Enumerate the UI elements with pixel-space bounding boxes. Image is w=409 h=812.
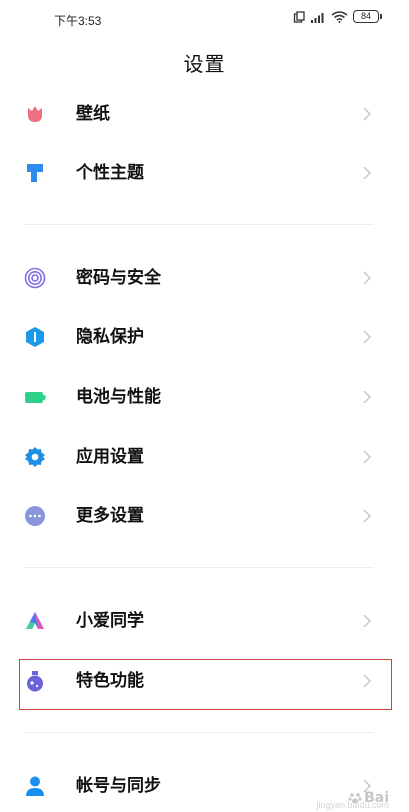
wifi-icon (331, 10, 348, 23)
settings-item-privacy[interactable]: 隐私保护 (0, 311, 409, 363)
settings-item-label: 隐私保护 (76, 327, 144, 346)
settings-item-battery-performance[interactable]: 电池与性能 (0, 371, 409, 423)
chevron-right-icon (363, 107, 371, 121)
gear-icon (25, 447, 45, 467)
chevron-right-icon (363, 450, 371, 464)
settings-item-label: 电池与性能 (76, 387, 161, 406)
status-icons: 84 (293, 10, 382, 23)
chevron-right-icon (363, 330, 371, 344)
baidu-watermark: Bai jingyan.baidu.com (316, 790, 389, 810)
settings-item-label: 帐号与同步 (76, 776, 161, 795)
highlight-box (19, 659, 392, 710)
settings-item-label: 壁纸 (76, 104, 110, 123)
settings-item-label: 更多设置 (76, 506, 144, 525)
settings-item-label: 个性主题 (76, 163, 144, 182)
status-time: 下午3:53 (54, 14, 102, 28)
settings-item-app-settings[interactable]: 应用设置 (0, 431, 409, 483)
settings-item-label: 应用设置 (76, 447, 144, 466)
fingerprint-icon (24, 267, 46, 289)
section-divider (24, 732, 374, 733)
page-title: 设置 (183, 54, 226, 76)
signal-icon (311, 12, 324, 23)
section-divider (24, 567, 374, 568)
chevron-right-icon (363, 271, 371, 285)
paint-brush-icon (27, 164, 43, 182)
tulip-icon (28, 106, 42, 122)
more-dots-icon (25, 506, 45, 526)
account-icon (26, 776, 44, 796)
settings-item-xiaoai[interactable]: 小爱同学 (0, 595, 409, 647)
chevron-right-icon (363, 509, 371, 523)
settings-item-more-settings[interactable]: 更多设置 (0, 490, 409, 542)
settings-item-label: 小爱同学 (76, 611, 144, 630)
settings-item-password-security[interactable]: 密码与安全 (0, 252, 409, 304)
status-bar: 下午3:53 84 (0, 0, 409, 38)
chevron-right-icon (363, 166, 371, 180)
settings-item-label: 密码与安全 (76, 268, 161, 287)
shield-icon (26, 327, 44, 347)
sim-icon (293, 10, 305, 23)
chevron-right-icon (363, 614, 371, 628)
section-divider (24, 224, 374, 225)
battery-icon (25, 392, 46, 403)
watermark-sub: jingyan.baidu.com (316, 800, 389, 810)
xiaoai-icon (26, 612, 44, 629)
battery-indicator: 84 (353, 10, 382, 23)
settings-item-wallpaper[interactable]: 壁纸 (0, 88, 409, 140)
settings-item-theme[interactable]: 个性主题 (0, 147, 409, 199)
chevron-right-icon (363, 390, 371, 404)
